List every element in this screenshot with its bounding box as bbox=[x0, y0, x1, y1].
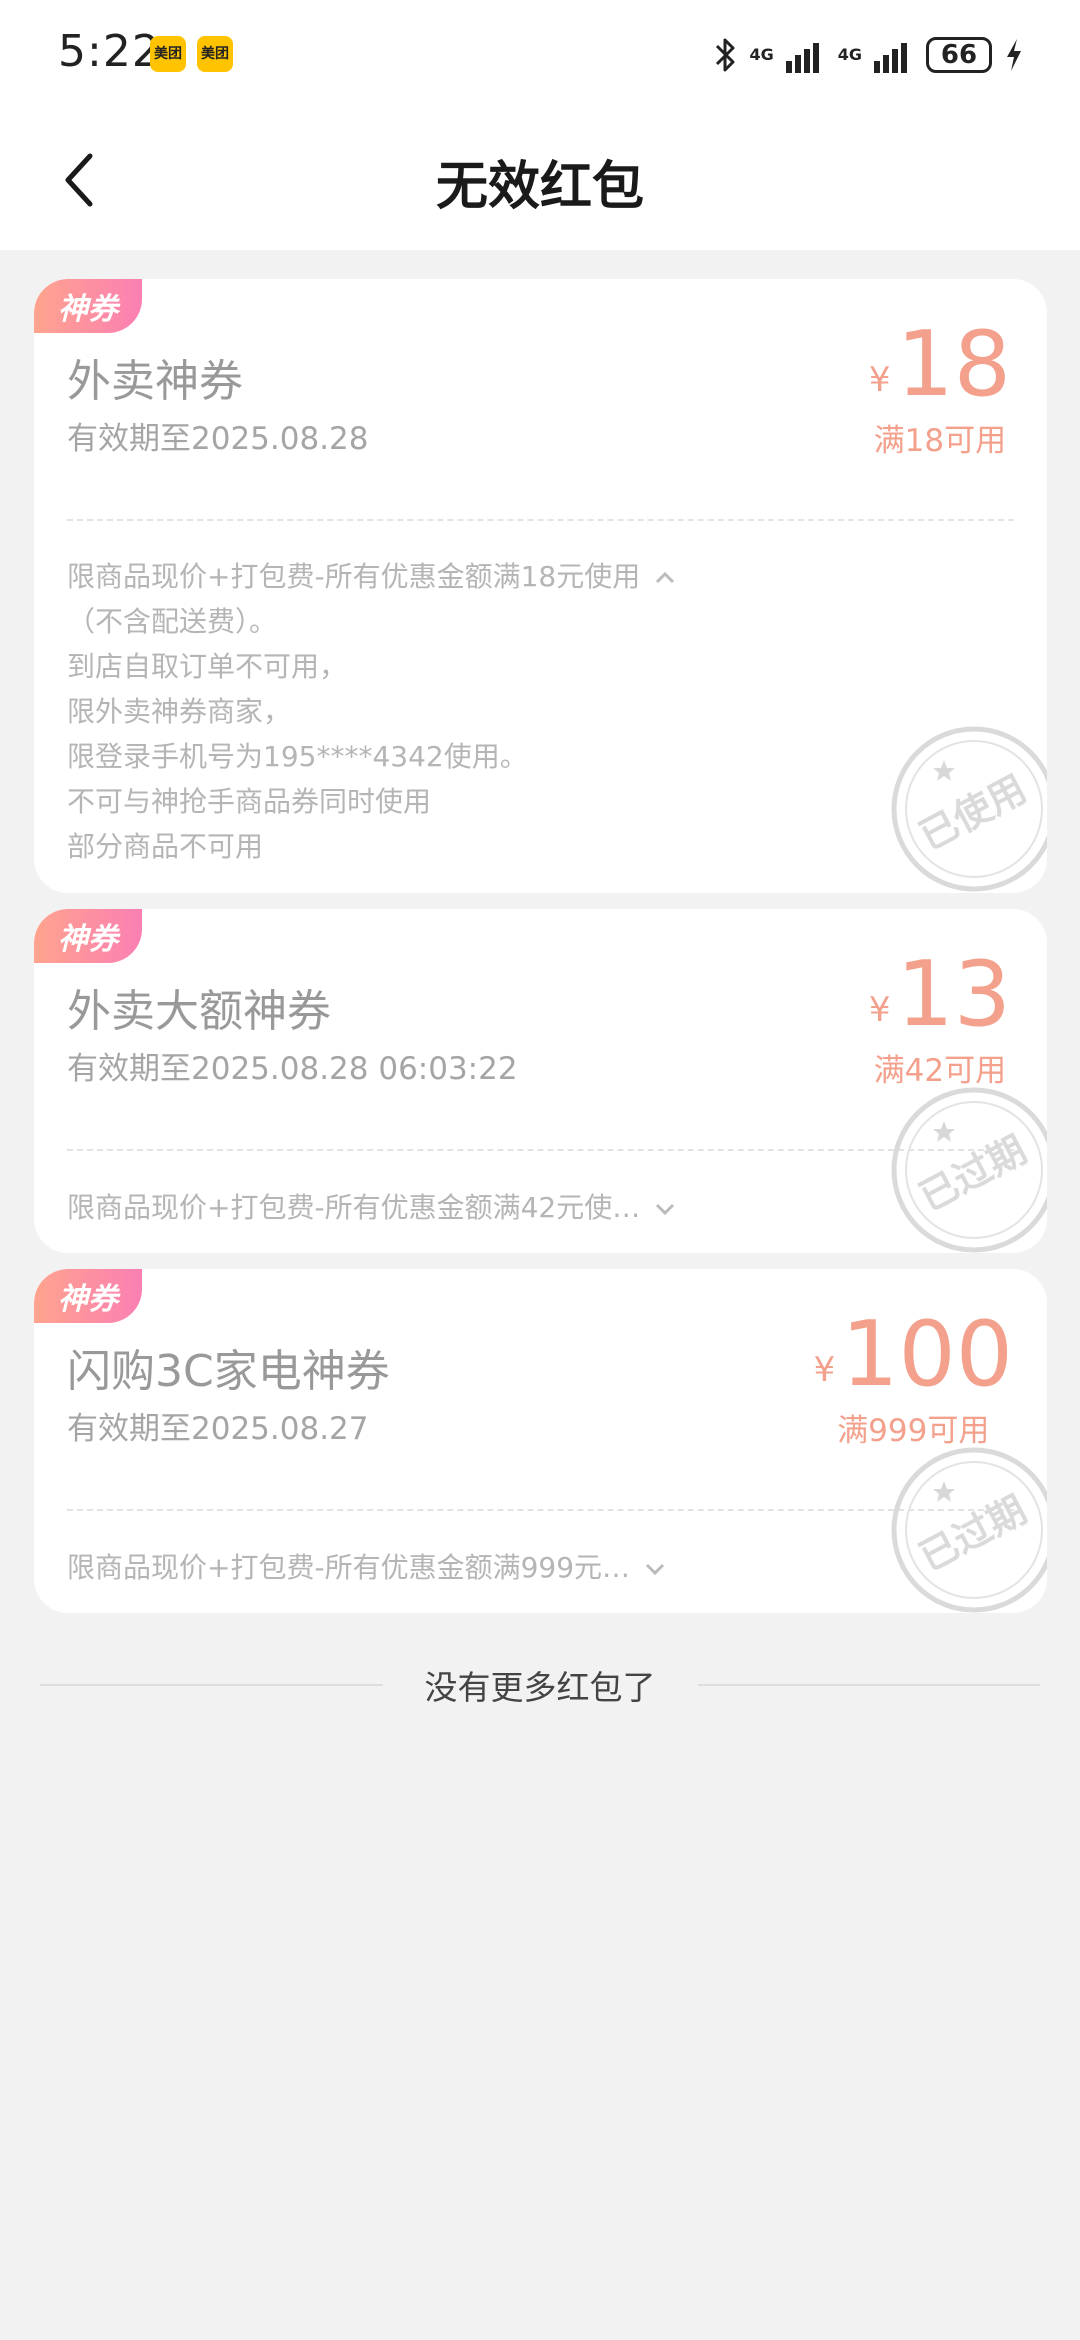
status-bar: 5:22 美团 美团 4G 4G 66 bbox=[0, 0, 1080, 110]
svg-text:已过期: 已过期 bbox=[912, 1487, 1033, 1579]
currency-symbol: ¥ bbox=[813, 1350, 836, 1390]
coupon-condition: 满18可用 bbox=[873, 423, 1007, 459]
page-header: 无效红包 bbox=[0, 110, 1080, 250]
used-stamp-icon: 已使用 bbox=[891, 726, 1047, 892]
rule-line: 限外卖神券商家， bbox=[67, 695, 292, 728]
expired-stamp-icon: 已过期 bbox=[891, 1087, 1047, 1253]
dashed-divider bbox=[67, 1149, 1014, 1151]
battery-indicator: 66 bbox=[926, 37, 992, 73]
coupon-amount: 13 bbox=[896, 942, 1011, 1047]
svg-text:已过期: 已过期 bbox=[912, 1127, 1033, 1219]
signal-icon bbox=[785, 43, 819, 73]
signal-icon bbox=[874, 43, 907, 73]
page-title: 无效红包 bbox=[435, 157, 644, 217]
chevron-down-icon[interactable] bbox=[644, 1562, 666, 1576]
chevron-down-icon[interactable] bbox=[654, 1202, 676, 1216]
rule-line: 部分商品不可用 bbox=[67, 830, 264, 863]
rule-line: 到店自取订单不可用， bbox=[67, 650, 348, 683]
dashed-divider bbox=[67, 1509, 1014, 1511]
coupon-card[interactable]: 神券 闪购3C家电神券 有效期至2025.08.27 ¥100 满999可用 限… bbox=[34, 1269, 1047, 1613]
coupon-rules[interactable]: 限商品现价+打包费-所有优惠金额满42元使… bbox=[67, 1185, 676, 1230]
status-time: 5:22 bbox=[58, 26, 161, 77]
charging-icon bbox=[1007, 39, 1021, 71]
coupon-rules[interactable]: 限商品现价+打包费-所有优惠金额满18元使用 （不含配送费）。 到店自取订单不可… bbox=[67, 554, 676, 869]
svg-text:已使用: 已使用 bbox=[912, 766, 1033, 858]
coupon-amount: 18 bbox=[896, 312, 1011, 417]
meituan-app-icon: 美团 bbox=[150, 36, 186, 72]
rule-line: 不可与神抢手商品券同时使用 bbox=[67, 785, 432, 818]
network-type-label: 4G bbox=[749, 45, 774, 64]
coupon-title: 外卖大额神券 bbox=[67, 986, 331, 1037]
expired-stamp-icon: 已过期 bbox=[891, 1447, 1047, 1613]
coupon-tag: 神券 bbox=[34, 279, 142, 333]
coupon-rules[interactable]: 限商品现价+打包费-所有优惠金额满999元… bbox=[67, 1545, 666, 1590]
coupon-title: 外卖神券 bbox=[67, 356, 243, 407]
coupon-condition: 满42可用 bbox=[873, 1053, 1007, 1089]
chevron-up-icon[interactable] bbox=[654, 571, 676, 585]
bluetooth-icon bbox=[716, 38, 735, 72]
dashed-divider bbox=[67, 519, 1014, 521]
meituan-app-icon: 美团 bbox=[197, 36, 233, 72]
coupon-tag: 神券 bbox=[34, 909, 142, 963]
rule-line: （不含配送费）。 bbox=[67, 605, 278, 638]
coupon-amount-block: ¥100 满999可用 bbox=[814, 1305, 1013, 1450]
currency-symbol: ¥ bbox=[868, 360, 891, 400]
coupon-amount: 100 bbox=[841, 1302, 1013, 1407]
coupon-amount-block: ¥18 满18可用 bbox=[869, 315, 1011, 460]
currency-symbol: ¥ bbox=[868, 990, 891, 1030]
coupon-condition: 满999可用 bbox=[837, 1413, 990, 1449]
coupon-tag: 神券 bbox=[34, 1269, 142, 1323]
rule-line: 限登录手机号为195****4342使用。 bbox=[67, 740, 528, 773]
end-of-list: 没有更多红包了 bbox=[40, 1655, 1040, 1715]
rule-line: 限商品现价+打包费-所有优惠金额满42元使… bbox=[67, 1185, 676, 1230]
coupon-title: 闪购3C家电神券 bbox=[67, 1346, 390, 1397]
coupon-card[interactable]: 神券 外卖大额神券 有效期至2025.08.28 06:03:22 ¥13 满4… bbox=[34, 909, 1047, 1253]
coupon-card[interactable]: 神券 外卖神券 有效期至2025.08.28 ¥18 满18可用 限商品现价+打… bbox=[34, 279, 1047, 893]
divider-line bbox=[40, 1684, 383, 1686]
rule-line: 限商品现价+打包费-所有优惠金额满999元… bbox=[67, 1545, 666, 1590]
coupon-expiry: 有效期至2025.08.28 bbox=[67, 421, 369, 457]
network-type-label: 4G bbox=[837, 45, 862, 64]
coupon-expiry: 有效期至2025.08.28 06:03:22 bbox=[67, 1051, 518, 1087]
rule-line: 限商品现价+打包费-所有优惠金额满18元使用 bbox=[67, 554, 676, 599]
status-icons: 4G 4G 66 bbox=[701, 30, 1024, 80]
end-of-list-text: 没有更多红包了 bbox=[424, 1668, 656, 1707]
coupon-expiry: 有效期至2025.08.27 bbox=[67, 1411, 369, 1447]
coupon-amount-block: ¥13 满42可用 bbox=[869, 945, 1011, 1090]
divider-line bbox=[697, 1684, 1040, 1686]
